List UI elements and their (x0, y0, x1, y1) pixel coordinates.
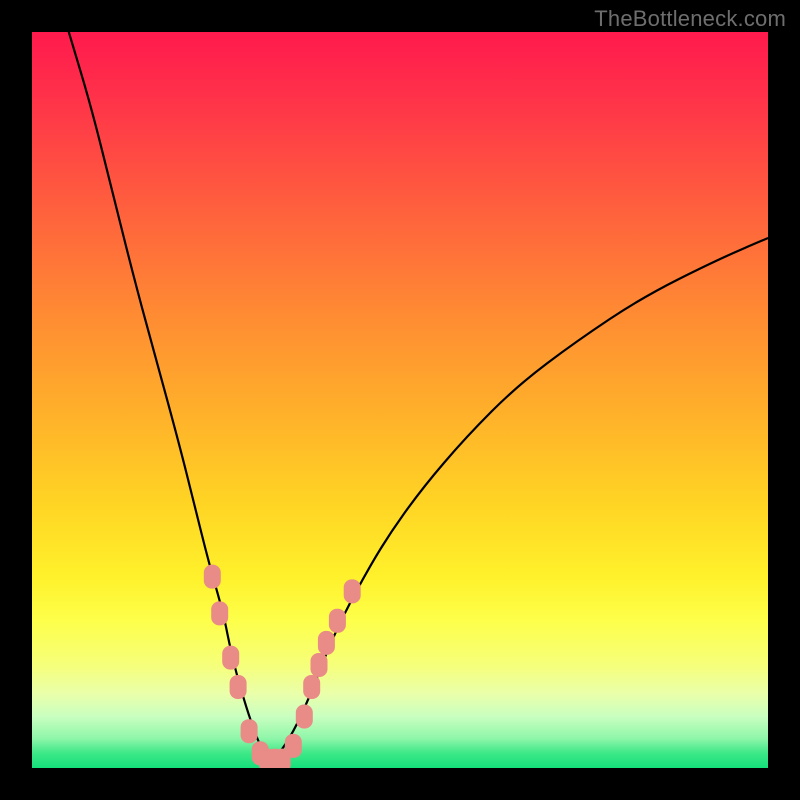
curve-marker (204, 565, 221, 589)
curve-marker (344, 579, 361, 603)
curve-layer (69, 32, 768, 761)
curve-marker (318, 631, 335, 655)
watermark-text: TheBottleneck.com (594, 6, 786, 32)
curve-marker (230, 675, 247, 699)
curve-marker (329, 609, 346, 633)
curve-marker (285, 734, 302, 758)
bottleneck-curve (69, 32, 768, 761)
chart-frame: TheBottleneck.com (0, 0, 800, 800)
curve-marker (296, 705, 313, 729)
plot-area (32, 32, 768, 768)
curve-marker (303, 675, 320, 699)
curve-marker (222, 646, 239, 670)
marker-layer (204, 565, 361, 768)
curve-marker (311, 653, 328, 677)
curve-marker (211, 601, 228, 625)
curve-marker (241, 719, 258, 743)
chart-svg (32, 32, 768, 768)
